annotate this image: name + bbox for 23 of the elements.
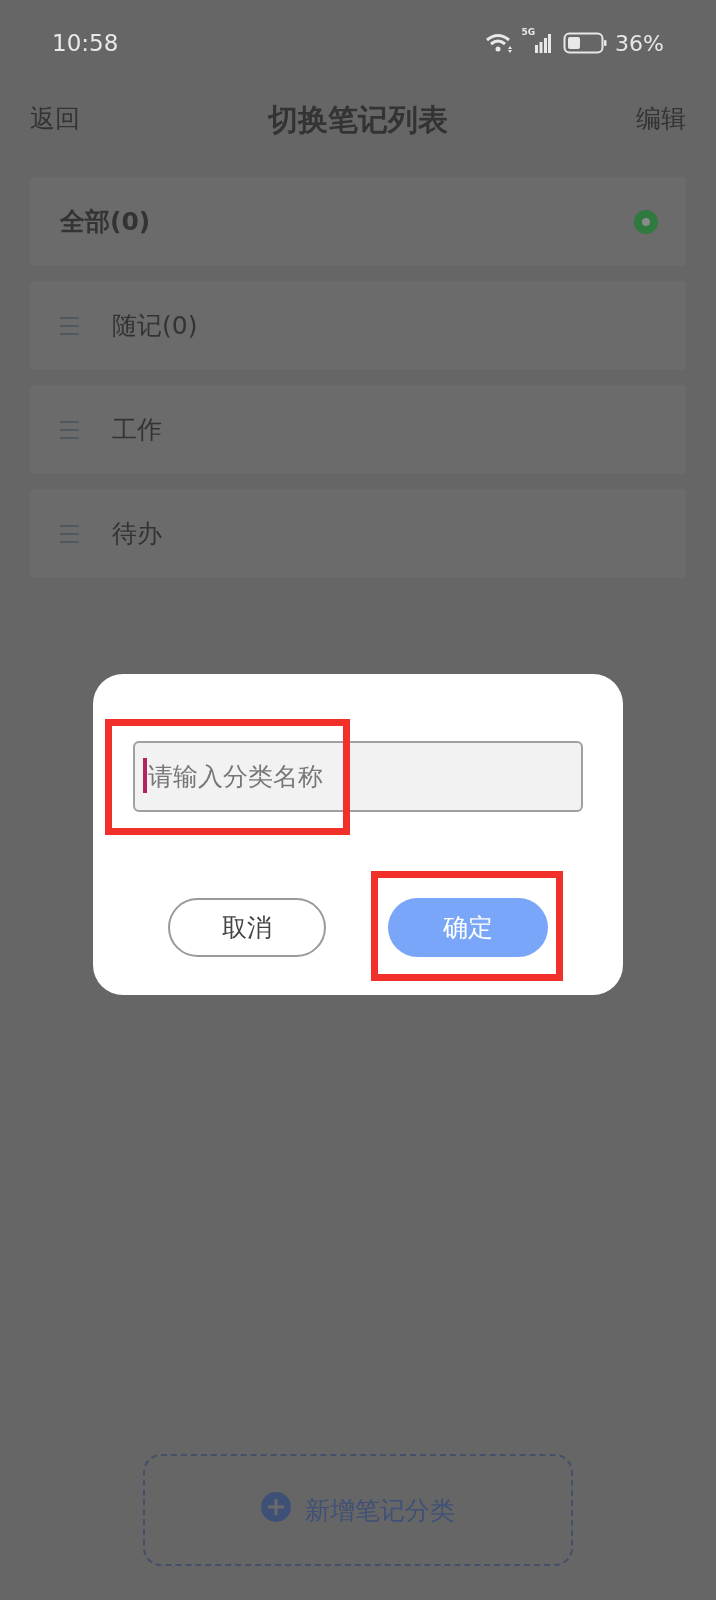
- selected-radio-icon: [634, 209, 658, 234]
- category-label: 待办: [112, 517, 162, 550]
- category-name-field[interactable]: 请输入分类名称: [133, 741, 583, 812]
- wifi-icon: [485, 32, 514, 54]
- category-item[interactable]: 全部(0): [30, 177, 686, 266]
- category-item[interactable]: 待办: [30, 489, 686, 578]
- drag-handle-icon[interactable]: [60, 524, 79, 543]
- battery-icon: [563, 32, 608, 54]
- category-label: 随记(0): [112, 309, 198, 342]
- status-time: 10:58: [52, 28, 119, 58]
- category-label: 全部(0): [60, 205, 151, 238]
- category-item[interactable]: 工作: [30, 385, 686, 474]
- category-item[interactable]: 随记(0): [30, 281, 686, 370]
- plus-circle-icon: [261, 1492, 291, 1522]
- battery-percent: 36%: [615, 29, 664, 58]
- text-cursor: [143, 758, 147, 793]
- confirm-button[interactable]: 确定: [388, 898, 548, 957]
- category-label: 工作: [112, 413, 162, 446]
- network-label: 5G: [521, 27, 536, 37]
- signal-icon: [535, 33, 552, 53]
- drag-handle-icon[interactable]: [60, 420, 79, 439]
- cancel-button[interactable]: 取消: [168, 898, 326, 957]
- drag-handle-icon[interactable]: [60, 316, 79, 335]
